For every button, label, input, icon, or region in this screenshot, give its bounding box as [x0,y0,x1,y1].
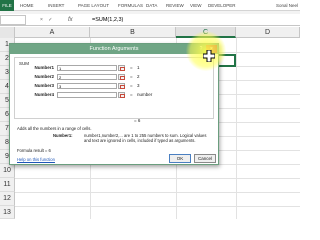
reference-picker-icon[interactable] [118,83,125,89]
column-header-row: A B C D [0,27,300,38]
argument-label-number3: Number3 [34,83,54,88]
argument-result-number4: number [137,92,153,97]
help-on-function-link[interactable]: Help on this function [17,157,55,162]
tab-file[interactable]: FILE [0,0,14,11]
argument-input-number1[interactable]: 1 [57,65,117,71]
reference-picker-icon[interactable] [118,74,125,80]
formula-result: Formula result = 6 [17,148,51,153]
tab-view[interactable]: VIEW [190,0,202,11]
fx-icon[interactable]: fx [68,15,73,25]
column-header-a[interactable]: A [15,27,90,38]
column-header-b[interactable]: B [90,27,176,38]
ok-button[interactable]: OK [169,154,191,163]
argument-equals: = [130,74,133,79]
tab-insert[interactable]: INSERT [48,0,64,11]
formula-input[interactable]: =SUM(1,2,3) [92,15,123,25]
row-header-10[interactable]: 10 [0,164,15,178]
cursor-plus-icon [203,50,215,62]
reference-picker-icon[interactable] [118,92,125,98]
row-gridline [15,206,300,207]
row-header-13[interactable]: 13 [0,206,15,219]
argument-input-number3[interactable]: 3 [57,83,117,89]
argument-equals: = [130,65,133,70]
row-gridline [15,192,300,193]
tab-formulas[interactable]: FORMULAS [118,0,143,11]
argument-label-number1: Number1 [34,65,54,70]
select-all-corner[interactable] [0,27,15,38]
row-gridline [15,178,300,179]
tab-page-layout[interactable]: PAGE LAYOUT [78,0,109,11]
tab-data[interactable]: DATA [146,0,157,11]
argument-input-number4[interactable] [57,92,117,98]
argument-result-number2: 2 [137,74,140,79]
function-description: Adds all the numbers in a range of cells… [17,126,92,131]
name-box[interactable] [0,15,26,25]
user-name[interactable]: Sonal Neel [276,0,298,11]
argument-label-number4: Number4 [34,92,54,97]
row-header-11[interactable]: 11 [0,178,15,192]
tab-home[interactable]: HOME [20,0,34,11]
row-header-12[interactable]: 12 [0,192,15,206]
cancel-button[interactable]: Cancel [194,154,216,163]
ribbon-tab-bar: FILE HOME INSERT PAGE LAYOUT FORMULAS DA… [0,0,300,11]
argument-description-label: Number1: [53,133,73,138]
argument-label-number2: Number2 [34,74,54,79]
column-header-d[interactable]: D [236,27,300,38]
argument-description: number1,number2,... are 1 to 255 numbers… [84,133,207,144]
function-result-preview: = 6 [134,118,141,123]
tab-developer[interactable]: DEVELOPER [208,0,236,11]
function-arguments-dialog: Function Arguments ? × SUM Number1 1 = 1… [9,43,219,165]
tab-review[interactable]: REVIEW [166,0,184,11]
argument-result-number3: 3 [137,83,140,88]
argument-result-number1: 1 [137,65,140,70]
formula-bar: × ✓ fx =SUM(1,2,3) [0,14,300,26]
argument-equals: = [130,92,133,97]
reference-picker-icon[interactable] [118,65,125,71]
argument-input-number2[interactable]: 2 [57,74,117,80]
argument-equals: = [130,83,133,88]
